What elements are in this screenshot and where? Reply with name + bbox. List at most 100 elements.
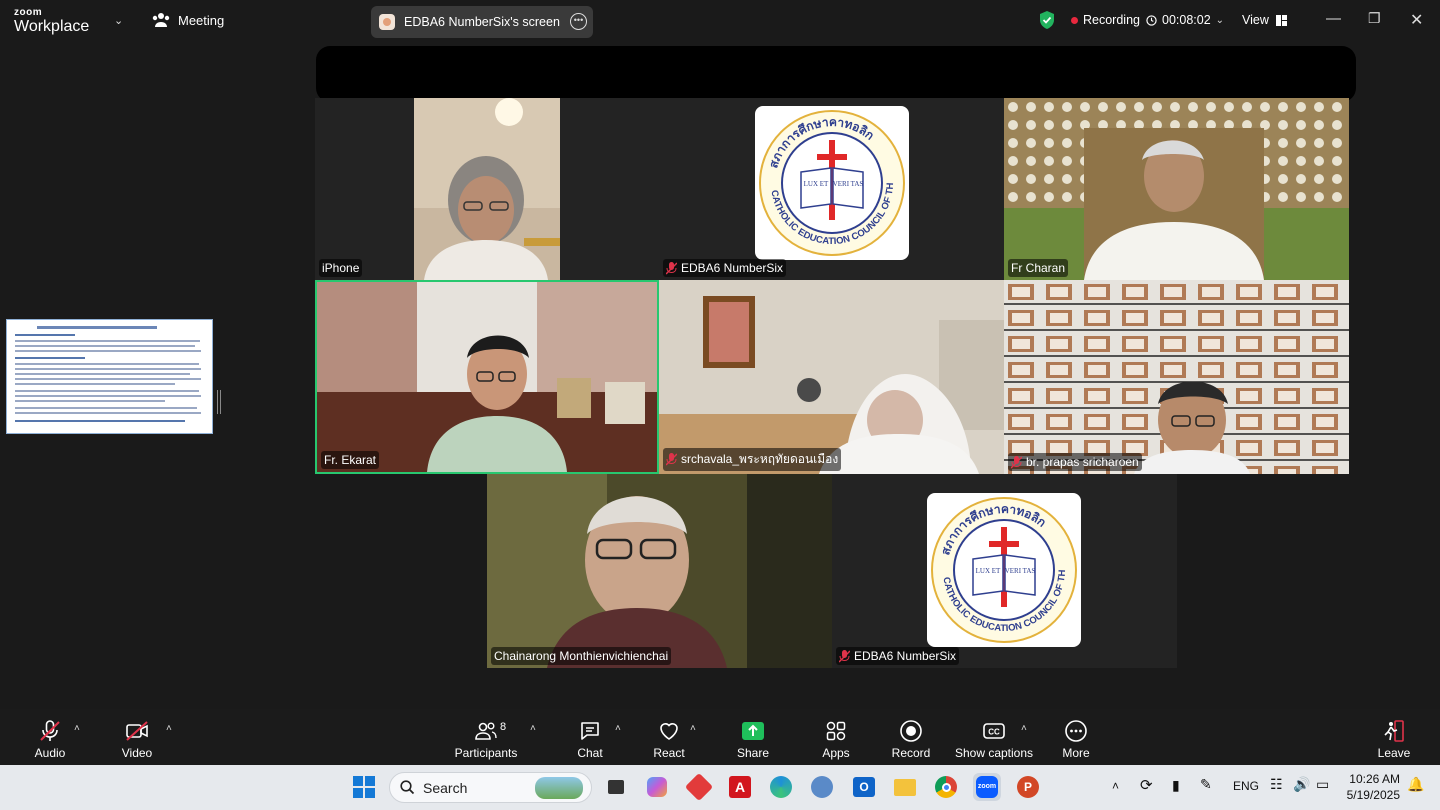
logo-book-right: VERI TAS [1005, 567, 1036, 575]
chevron-up-icon[interactable]: ˄ [166, 723, 172, 734]
windows-start-icon[interactable] [350, 773, 378, 801]
participant-video [414, 98, 560, 280]
app-icon-red[interactable] [684, 772, 714, 802]
outlook-icon[interactable]: O [850, 773, 878, 801]
camera-off-icon [126, 721, 148, 741]
video-tile[interactable]: iPhone [315, 98, 659, 280]
shared-screen-thumbnail[interactable] [6, 319, 213, 434]
shield-icon[interactable] [1039, 11, 1055, 29]
svg-text:CC: CC [988, 728, 1000, 737]
wifi-icon[interactable]: ☷ [1270, 776, 1283, 793]
logo-book-left: LUX ET [804, 180, 829, 188]
more-button[interactable]: More [1058, 709, 1094, 765]
close-icon[interactable]: ✕ [1410, 10, 1423, 30]
mic-muted-icon [839, 649, 850, 663]
participant-video [1004, 280, 1349, 474]
brand-bottom: Workplace [14, 18, 90, 35]
leave-icon [1384, 720, 1404, 742]
grid-view-icon [1275, 14, 1287, 26]
pen-icon[interactable]: ✎ [1200, 776, 1212, 793]
task-view-icon[interactable] [602, 773, 630, 801]
video-tile[interactable]: br. prapas sricharoen [1004, 280, 1349, 474]
recording-indicator[interactable]: Recording [1071, 13, 1140, 27]
video-tile[interactable]: สภาการศึกษาคาทอลิก CATHOLIC EDUCATION CO… [659, 98, 1004, 280]
participant-name: EDBA6 NumberSix [836, 647, 960, 665]
logo-book-left: LUX ET [976, 567, 1001, 575]
taskbar-search[interactable]: Search [389, 772, 592, 803]
participant-name: srchavala_พระหฤทัยดอนเมือง [663, 448, 842, 471]
meeting-timer[interactable]: 00:08:02 ⌄ [1146, 13, 1224, 27]
meeting-toolbar: Audio ˄ Video ˄ 8 Participants ˄ Chat ˄ … [0, 709, 1440, 765]
apps-label: Apps [822, 746, 850, 760]
record-label: Record [891, 746, 931, 760]
participants-label: Participants [454, 746, 518, 760]
record-icon [900, 720, 922, 742]
video-tile-active-speaker[interactable]: Fr. Ekarat [315, 280, 659, 474]
chevron-up-icon[interactable]: ˄ [1112, 779, 1119, 793]
participants-button[interactable]: 8 Participants [452, 709, 520, 765]
copilot-icon[interactable] [643, 773, 671, 801]
mic-muted-icon [666, 261, 677, 275]
brand-top: zoom [14, 7, 43, 18]
app-icon-globe[interactable] [808, 773, 836, 801]
restore-icon[interactable]: ❐ [1368, 10, 1381, 27]
usb-icon[interactable]: ▮ [1172, 777, 1180, 794]
leave-button[interactable]: Leave [1376, 709, 1412, 765]
minimize-icon[interactable]: — [1326, 10, 1341, 27]
screen-share-pill[interactable]: EDBA6 NumberSix's screen ••• [371, 6, 593, 38]
mic-muted-icon [666, 453, 677, 466]
record-button[interactable]: Record [888, 709, 934, 765]
view-button[interactable]: View [1242, 13, 1287, 27]
notification-bell-icon[interactable]: 🔔 [1407, 776, 1424, 793]
participant-name: Fr Charan [1008, 259, 1069, 277]
tile-label: srchavala_พระหฤทัยดอนเมือง [681, 452, 839, 466]
video-button[interactable]: Video [114, 709, 160, 765]
chrome-icon[interactable] [932, 773, 960, 801]
share-button[interactable]: Share [734, 709, 772, 765]
recording-label: Recording [1083, 13, 1140, 27]
participant-video [1004, 98, 1349, 280]
catholic-education-council-logo: สภาการศึกษาคาทอลิก CATHOLIC EDUCATION CO… [755, 106, 909, 260]
video-tile[interactable]: สภาการศึกษาคาทอลิก CATHOLIC EDUCATION CO… [832, 474, 1177, 668]
file-explorer-icon[interactable] [891, 773, 919, 801]
react-button[interactable]: React [650, 709, 688, 765]
zoom-window: zoom Workplace ⌄ Meeting EDBA6 NumberSix… [0, 0, 1440, 810]
chevron-up-icon[interactable]: ˄ [615, 723, 621, 734]
sync-icon[interactable]: ⟳ [1140, 776, 1153, 794]
top-bar: zoom Workplace ⌄ Meeting EDBA6 NumberSix… [0, 0, 1440, 42]
video-tile[interactable]: Fr Charan [1004, 98, 1349, 280]
language-indicator[interactable]: ENG [1233, 779, 1259, 793]
video-tile[interactable]: Chainarong Monthienvichienchai [487, 474, 832, 668]
more-label: More [1062, 746, 1090, 760]
chevron-up-icon[interactable]: ˄ [74, 723, 80, 734]
powerpoint-icon[interactable]: P [1014, 773, 1042, 801]
participant-name: Chainarong Monthienvichienchai [491, 647, 672, 665]
chat-button[interactable]: Chat [570, 709, 610, 765]
thumbnail-resize-handle[interactable] [217, 390, 221, 414]
volume-icon[interactable]: 🔊 [1293, 776, 1310, 793]
participant-video [317, 282, 657, 472]
apps-button[interactable]: Apps [818, 709, 854, 765]
chat-label: Chat [577, 746, 603, 760]
zoom-taskbar-icon[interactable]: zoom [973, 773, 1001, 801]
react-label: React [653, 746, 685, 760]
windows-taskbar: Search A O zoom P ˄ ⟳ ▮ ✎ ENG ☷ 🔊 ▭ 10:2… [0, 765, 1440, 810]
chevron-up-icon[interactable]: ˄ [530, 723, 536, 734]
edge-icon[interactable] [767, 773, 795, 801]
chevron-up-icon[interactable]: ˄ [690, 723, 696, 734]
taskbar-clock[interactable]: 10:26 AM 5/19/2025 [1340, 771, 1400, 803]
meeting-menu[interactable]: Meeting [152, 12, 224, 28]
video-tile[interactable]: srchavala_พระหฤทัยดอนเมือง [659, 280, 1004, 474]
chevron-down-icon[interactable]: ⌄ [114, 14, 123, 27]
heart-icon [660, 723, 678, 740]
adobe-acrobat-icon[interactable]: A [726, 773, 754, 801]
battery-icon[interactable]: ▭ [1316, 776, 1329, 793]
share-screen-icon [379, 14, 395, 30]
zoom-logo: zoom Workplace [14, 8, 89, 35]
show-captions-button[interactable]: CC Show captions [954, 709, 1034, 765]
more-options-icon[interactable]: ••• [570, 13, 587, 30]
audio-button[interactable]: Audio [28, 709, 72, 765]
tile-label: iPhone [322, 261, 360, 275]
chevron-up-icon[interactable]: ˄ [1021, 723, 1027, 734]
tile-label: br. prapas sricharoen [1026, 455, 1139, 469]
